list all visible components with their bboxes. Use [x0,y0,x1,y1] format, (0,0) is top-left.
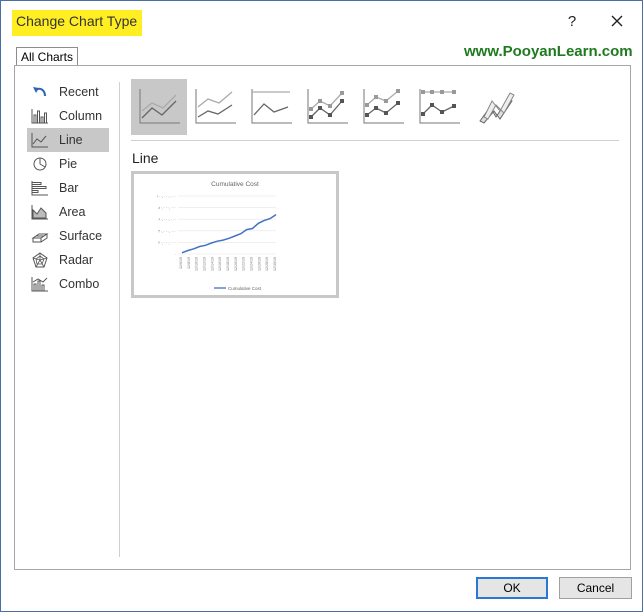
line-chart-icon [30,131,50,149]
preview-chart: Cumulative Cost ۱۰۰,۰۰۰,۰۰۰ ۸۰,۰۰۰,۰۰۰ ۶۰,… [156,181,277,291]
subtype-3d-line[interactable] [467,79,523,135]
sidebar-item-label: Line [59,133,83,147]
chart-legend: Cumulative Cost [214,286,262,291]
x-tick-label: 12/16/19 [218,257,222,271]
y-tick-label: ۱۰۰,۰۰۰,۰۰۰ [156,195,176,199]
sidebar-item-label: Recent [59,85,99,99]
sidebar-item-label: Pie [59,157,78,171]
100-stacked-line-with-markers-icon [419,89,460,124]
x-tick-label: 12/26/19 [257,257,261,271]
sidebar-item-pie[interactable]: Pie [27,152,109,176]
cancel-button[interactable]: Cancel [559,577,632,599]
sidebar-item-label: Bar [59,181,79,195]
stacked-line-with-markers-icon [363,89,404,124]
area-chart-icon [30,203,50,221]
stacked-line-icon [195,89,236,124]
pie-chart-icon [30,155,50,173]
3d-line-icon [479,92,515,124]
legend-label: Cumulative Cost [228,286,262,291]
divider [119,82,120,557]
column-chart-icon [30,107,50,125]
sidebar-item-combo[interactable]: Combo [27,272,109,296]
x-tick-label: 12/10/19 [195,257,199,271]
sidebar-item-recent[interactable]: Recent [27,80,109,104]
series-line-cumulative-cost [181,213,277,254]
y-tick-label: ۲۰,۰۰۰,۰۰۰ [158,241,176,245]
help-button[interactable]: ? [560,11,584,33]
line-icon [139,89,180,124]
chart-title: Cumulative Cost [211,181,259,188]
change-chart-type-dialog: Change Chart Type ? All Charts www.Pooya… [0,0,643,612]
line-with-markers-icon [307,89,348,124]
subtype-100-stacked-line-with-markers[interactable] [411,79,467,135]
watermark: www.PooyanLearn.com [464,43,633,60]
x-tick-label: 12/18/19 [226,257,230,271]
sidebar-item-label: Combo [59,277,100,291]
sidebar-item-label: Radar [59,253,94,267]
sidebar-item-label: Surface [59,229,103,243]
sidebar-item-column[interactable]: Column [27,104,109,128]
ok-button[interactable]: OK [476,577,548,599]
sidebar-item-label: Column [59,109,103,123]
100-stacked-line-icon [251,89,292,124]
subtype-stacked-line[interactable] [187,79,243,135]
y-tick-label: ۶۰,۰۰۰,۰۰۰ [158,218,176,222]
section-title: Line [132,150,159,166]
x-tick-label: 12/8/19 [187,257,191,269]
y-tick-label: ۴۰,۰۰۰,۰۰۰ [158,229,176,233]
dialog-title: Change Chart Type [12,10,143,36]
close-button[interactable] [604,11,630,33]
subtype-line[interactable] [131,79,187,135]
separator [131,140,619,141]
title-bar: Change Chart Type ? [1,1,642,41]
x-tick-label: 12/20/19 [234,257,238,271]
chart-category-list: Recent Column Line Pie Bar Area Surface … [27,80,109,296]
sidebar-item-radar[interactable]: Radar [27,248,109,272]
y-tick-label: ۰ [174,253,176,257]
subtype-line-with-markers[interactable] [299,79,355,135]
x-tick-label: 12/12/19 [203,257,207,271]
radar-chart-icon [30,251,50,269]
x-tick-label: 12/30/19 [273,257,277,271]
surface-chart-icon [30,227,50,245]
sidebar-item-label: Area [59,205,86,219]
sidebar-item-area[interactable]: Area [27,200,109,224]
x-tick-label: 12/22/19 [242,257,246,271]
x-tick-label: 12/14/19 [210,257,214,271]
y-tick-label: ۸۰,۰۰۰,۰۰۰ [158,206,176,210]
tab-all-charts[interactable]: All Charts [16,47,79,66]
combo-chart-icon [30,275,50,293]
recent-icon [30,83,50,101]
sidebar-item-line[interactable]: Line [27,128,109,152]
close-icon [611,15,623,27]
subtype-100-stacked-line[interactable] [243,79,299,135]
sidebar-item-bar[interactable]: Bar [27,176,109,200]
bar-chart-icon [30,179,50,197]
subtype-stacked-line-with-markers[interactable] [355,79,411,135]
chart-preview[interactable]: Cumulative Cost ۱۰۰,۰۰۰,۰۰۰ ۸۰,۰۰۰,۰۰۰ ۶۰,… [131,171,339,298]
chart-type-panel: Recent Column Line Pie Bar Area Surface … [14,65,631,570]
x-tick-label: 12/6/19 [179,257,183,269]
sidebar-item-surface[interactable]: Surface [27,224,109,248]
x-tick-label: 12/28/19 [265,257,269,271]
x-tick-label: 12/24/19 [250,257,254,271]
